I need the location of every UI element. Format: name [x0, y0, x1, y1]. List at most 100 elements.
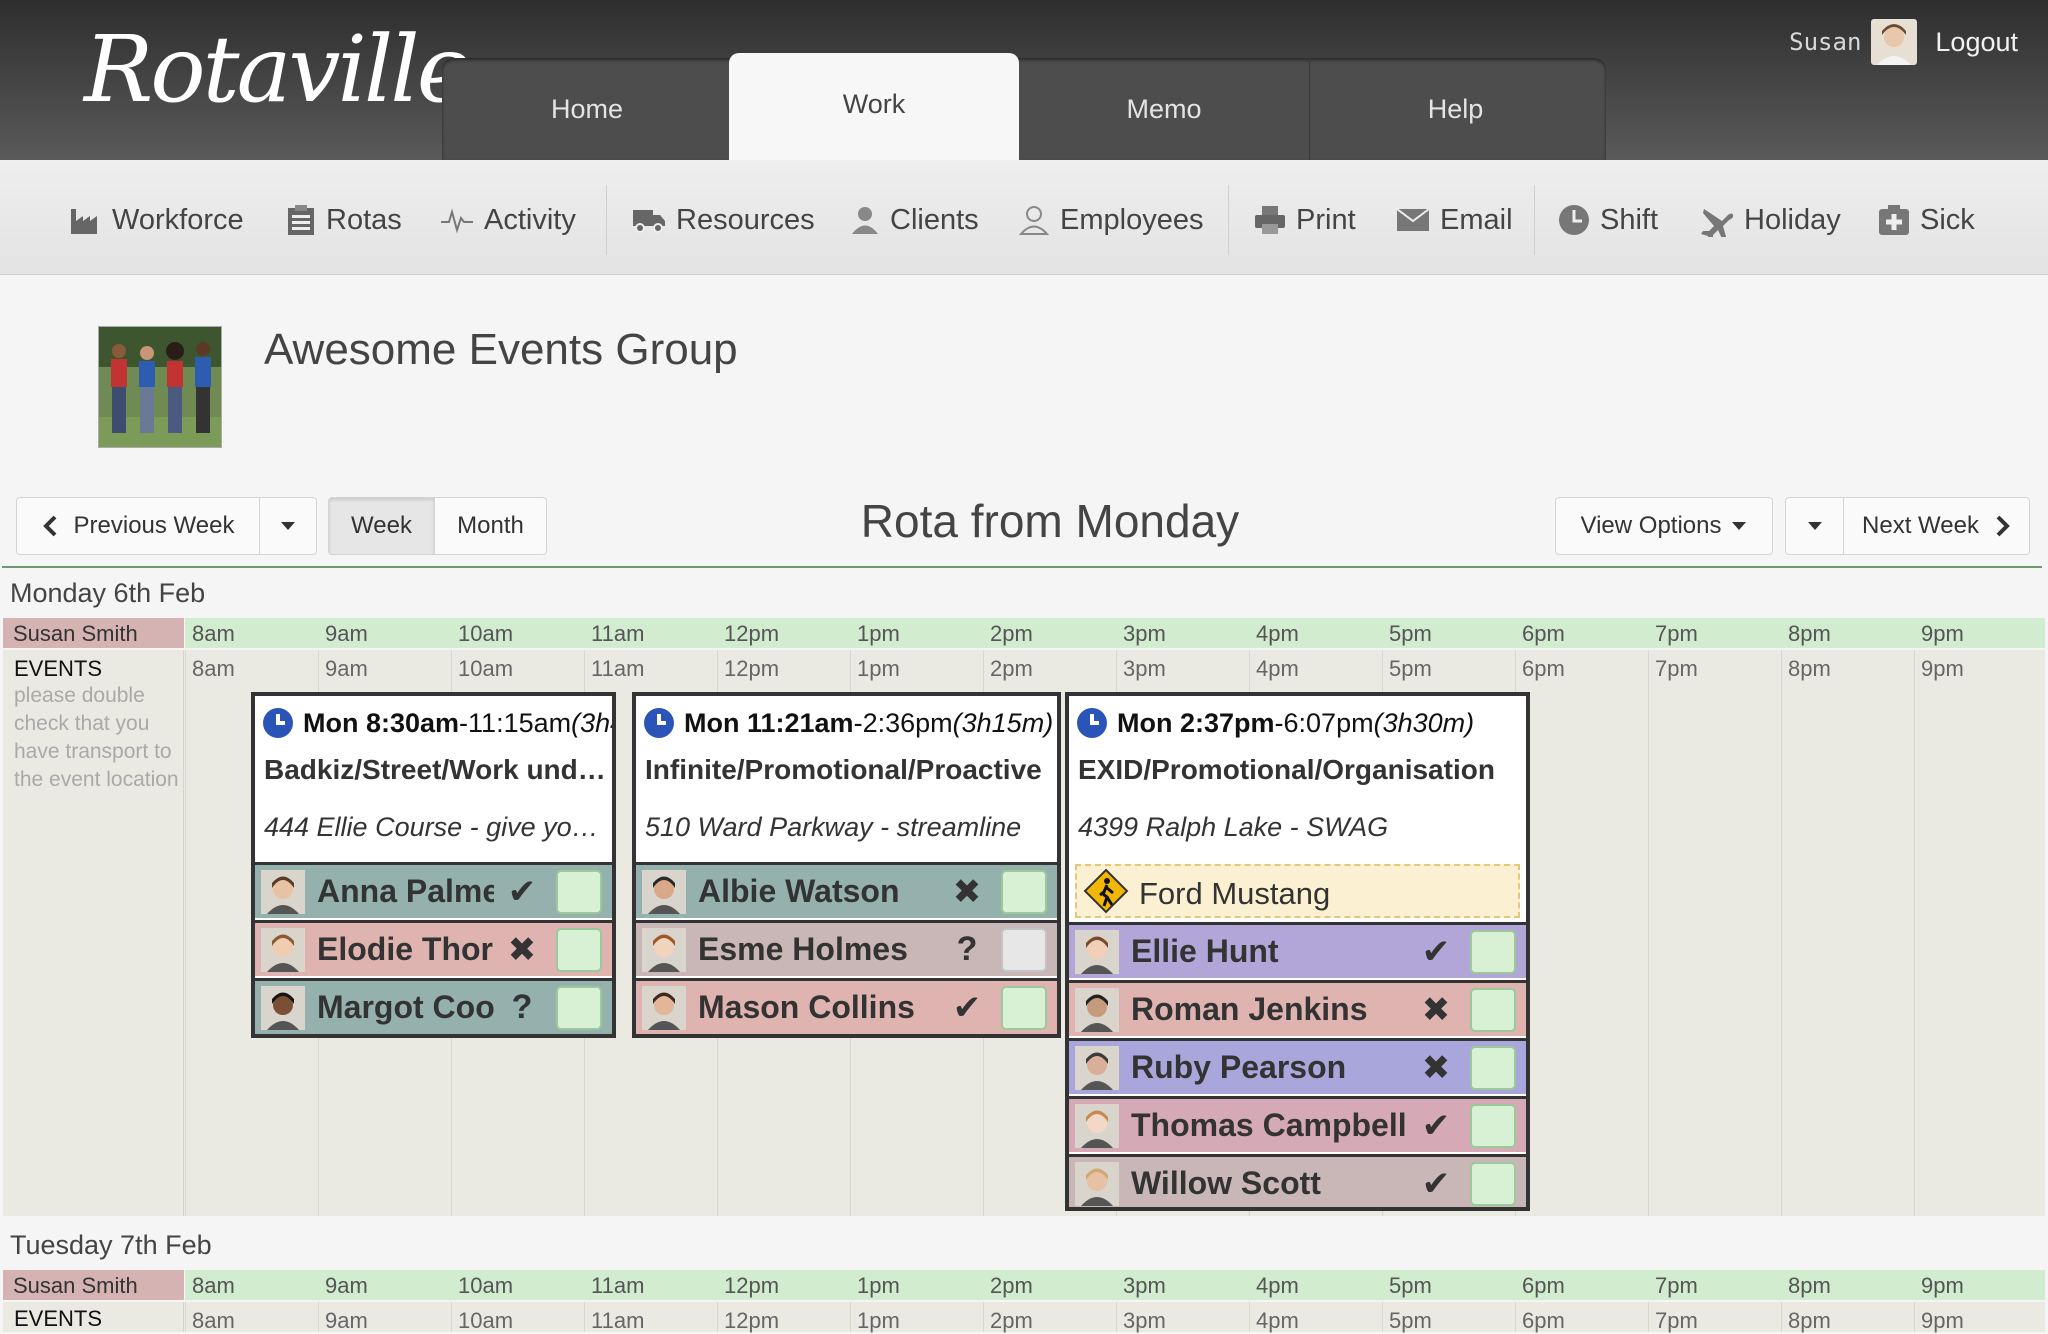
view-options-button[interactable]: View Options — [1555, 497, 1773, 555]
staff-row[interactable]: Elodie Thorne ✖ — [255, 920, 612, 976]
events-label: EVENTS — [14, 1306, 103, 1331]
attendance-checkbox[interactable] — [556, 986, 602, 1030]
check-icon: ✔ — [1421, 1107, 1451, 1145]
toolbar-workforce[interactable]: Workforce — [70, 200, 244, 240]
staff-name: Margot Cooper — [317, 989, 494, 1025]
hour-label: 7pm — [1655, 656, 1698, 681]
tab-work[interactable]: Work — [729, 53, 1019, 160]
staff-row[interactable]: Esme Holmes? — [636, 920, 1057, 976]
hour-label: 11am — [591, 1308, 645, 1333]
manager-name[interactable]: Susan Smith — [3, 1270, 184, 1300]
staff-name: Albie Watson — [698, 873, 900, 909]
group-name: Awesome Events Group — [264, 325, 738, 374]
hour-gridline — [318, 1302, 319, 1332]
shift-card[interactable]: Mon 8:30am-11:15am (3h45m) Badkiz/Street/… — [251, 692, 616, 1038]
toolbar-employees[interactable]: Employees — [1018, 200, 1203, 240]
previous-week-button[interactable]: Previous Week — [16, 497, 260, 555]
toolbar-sick[interactable]: Sick — [1878, 200, 1975, 240]
shift-duration: (3h45m) — [571, 707, 612, 738]
user-avatar[interactable] — [1871, 19, 1918, 65]
next-week-dropdown[interactable] — [1785, 497, 1844, 555]
view-options-label: View Options — [1580, 512, 1722, 539]
hour-gridline — [1781, 650, 1782, 1216]
shift-start: Mon 11:21am — [684, 707, 854, 738]
attendance-checkbox[interactable] — [1470, 988, 1516, 1032]
attendance-checkbox[interactable] — [1470, 1162, 1516, 1206]
toolbar-resources[interactable]: Resources — [632, 200, 815, 240]
tab-home[interactable]: Home — [442, 58, 733, 160]
rotaville-logo[interactable]: Rotaville — [84, 24, 471, 116]
hour-label: 10am — [458, 1308, 514, 1333]
hour-label: 4pm — [1256, 1308, 1299, 1333]
previous-week-dropdown[interactable] — [259, 497, 317, 555]
person-icon — [1018, 206, 1050, 235]
staff-row[interactable]: Ellie Hunt ✔ — [1069, 922, 1526, 978]
shift-start: Mon 2:37pm — [1117, 707, 1275, 738]
staff-row[interactable]: Albie Watson ✖ — [636, 862, 1057, 918]
cross-icon: ✖ — [952, 873, 982, 911]
next-week-button[interactable]: Next Week — [1843, 497, 2030, 555]
staff-row[interactable]: Willow Scott ✔ — [1069, 1154, 1526, 1207]
printer-icon — [1255, 206, 1285, 234]
shift-time: Mon 8:30am-11:15am (3h45m) — [263, 704, 612, 742]
toolbar-label: Holiday — [1744, 203, 1841, 236]
caret-down-icon — [1807, 522, 1822, 530]
check-icon: ✔ — [507, 873, 537, 911]
attendance-checkbox[interactable] — [1470, 1104, 1516, 1148]
clock-icon — [644, 708, 674, 738]
previous-week-label: Previous Week — [73, 512, 235, 539]
hour-gridline — [185, 650, 186, 1216]
hour-gridline — [1648, 1302, 1649, 1332]
toolbar-label: Resources — [676, 203, 815, 236]
staff-name: Anna Palmer — [317, 873, 494, 909]
logout-link[interactable]: Logout — [1935, 27, 2018, 58]
tab-help[interactable]: Help — [1310, 58, 1601, 160]
app-header: Rotaville Home Work Memo Help Susan Logo… — [0, 0, 2048, 160]
month-view-button[interactable]: Month — [434, 497, 547, 555]
staff-avatar — [642, 870, 686, 914]
staff-row[interactable]: Roman Jenkins ✖ — [1069, 980, 1526, 1036]
shift-card[interactable]: Mon 11:21am -2:36pm (3h15m) Infinite/Promo… — [632, 692, 1061, 1038]
attendance-checkbox[interactable] — [1001, 986, 1047, 1030]
cross-icon: ✖ — [1421, 991, 1451, 1029]
hour-gridline — [1515, 1302, 1516, 1332]
resource-row[interactable]: Ford Mustang — [1075, 864, 1520, 918]
attendance-checkbox[interactable] — [556, 870, 602, 914]
clipboard-icon — [288, 205, 314, 235]
attendance-checkbox[interactable] — [1470, 1046, 1516, 1090]
shift-end: -11:15am — [459, 707, 572, 738]
shift-title: EXID/Promotional/Organisation — [1078, 754, 1495, 785]
group-photo[interactable] — [98, 326, 222, 448]
toolbar-holiday[interactable]: Holiday — [1700, 200, 1841, 240]
attendance-checkbox[interactable] — [556, 928, 602, 972]
toolbar-activity[interactable]: Activity — [440, 200, 576, 240]
attendance-checkbox[interactable] — [1001, 928, 1047, 972]
shift-title: Badkiz/Street/Work under pressure — [264, 754, 606, 785]
attendance-checkbox[interactable] — [1470, 930, 1516, 974]
staff-row[interactable]: Mason Collins ✔ — [636, 978, 1057, 1034]
manager-name[interactable]: Susan Smith — [3, 618, 184, 648]
toolbar-email[interactable]: Email — [1396, 200, 1513, 240]
toolbar-rotas[interactable]: Rotas — [286, 200, 402, 240]
shift-time: Mon 11:21am -2:36pm (3h15m) — [644, 704, 1053, 742]
hour-label: 12pm — [724, 621, 780, 646]
toolbar-label: Clients — [890, 203, 979, 236]
staff-row[interactable]: Thomas Campbell ✔ — [1069, 1096, 1526, 1152]
staff-avatar — [1075, 1046, 1119, 1090]
week-view-button[interactable]: Week — [328, 497, 435, 555]
toolbar-print[interactable]: Print — [1254, 200, 1356, 240]
hour-label: 7pm — [1655, 1308, 1698, 1333]
hour-label: 8pm — [1788, 1273, 1831, 1298]
hour-label: 1pm — [857, 621, 900, 646]
tab-memo[interactable]: Memo — [1019, 58, 1310, 160]
hour-label: 9pm — [1921, 621, 1964, 646]
hour-label: 6pm — [1522, 1273, 1565, 1298]
shift-card[interactable]: Mon 2:37pm -6:07pm (3h30m) EXID/Promotiona… — [1065, 692, 1530, 1211]
toolbar-shift[interactable]: Shift — [1558, 200, 1658, 240]
attendance-checkbox[interactable] — [1001, 870, 1047, 914]
toolbar-clients[interactable]: Clients — [850, 200, 979, 240]
staff-row[interactable]: Margot Cooper? — [255, 978, 612, 1034]
hour-label: 6pm — [1522, 656, 1565, 681]
staff-row[interactable]: Anna Palmer ✔ — [255, 862, 612, 918]
staff-row[interactable]: Ruby Pearson ✖ — [1069, 1038, 1526, 1094]
